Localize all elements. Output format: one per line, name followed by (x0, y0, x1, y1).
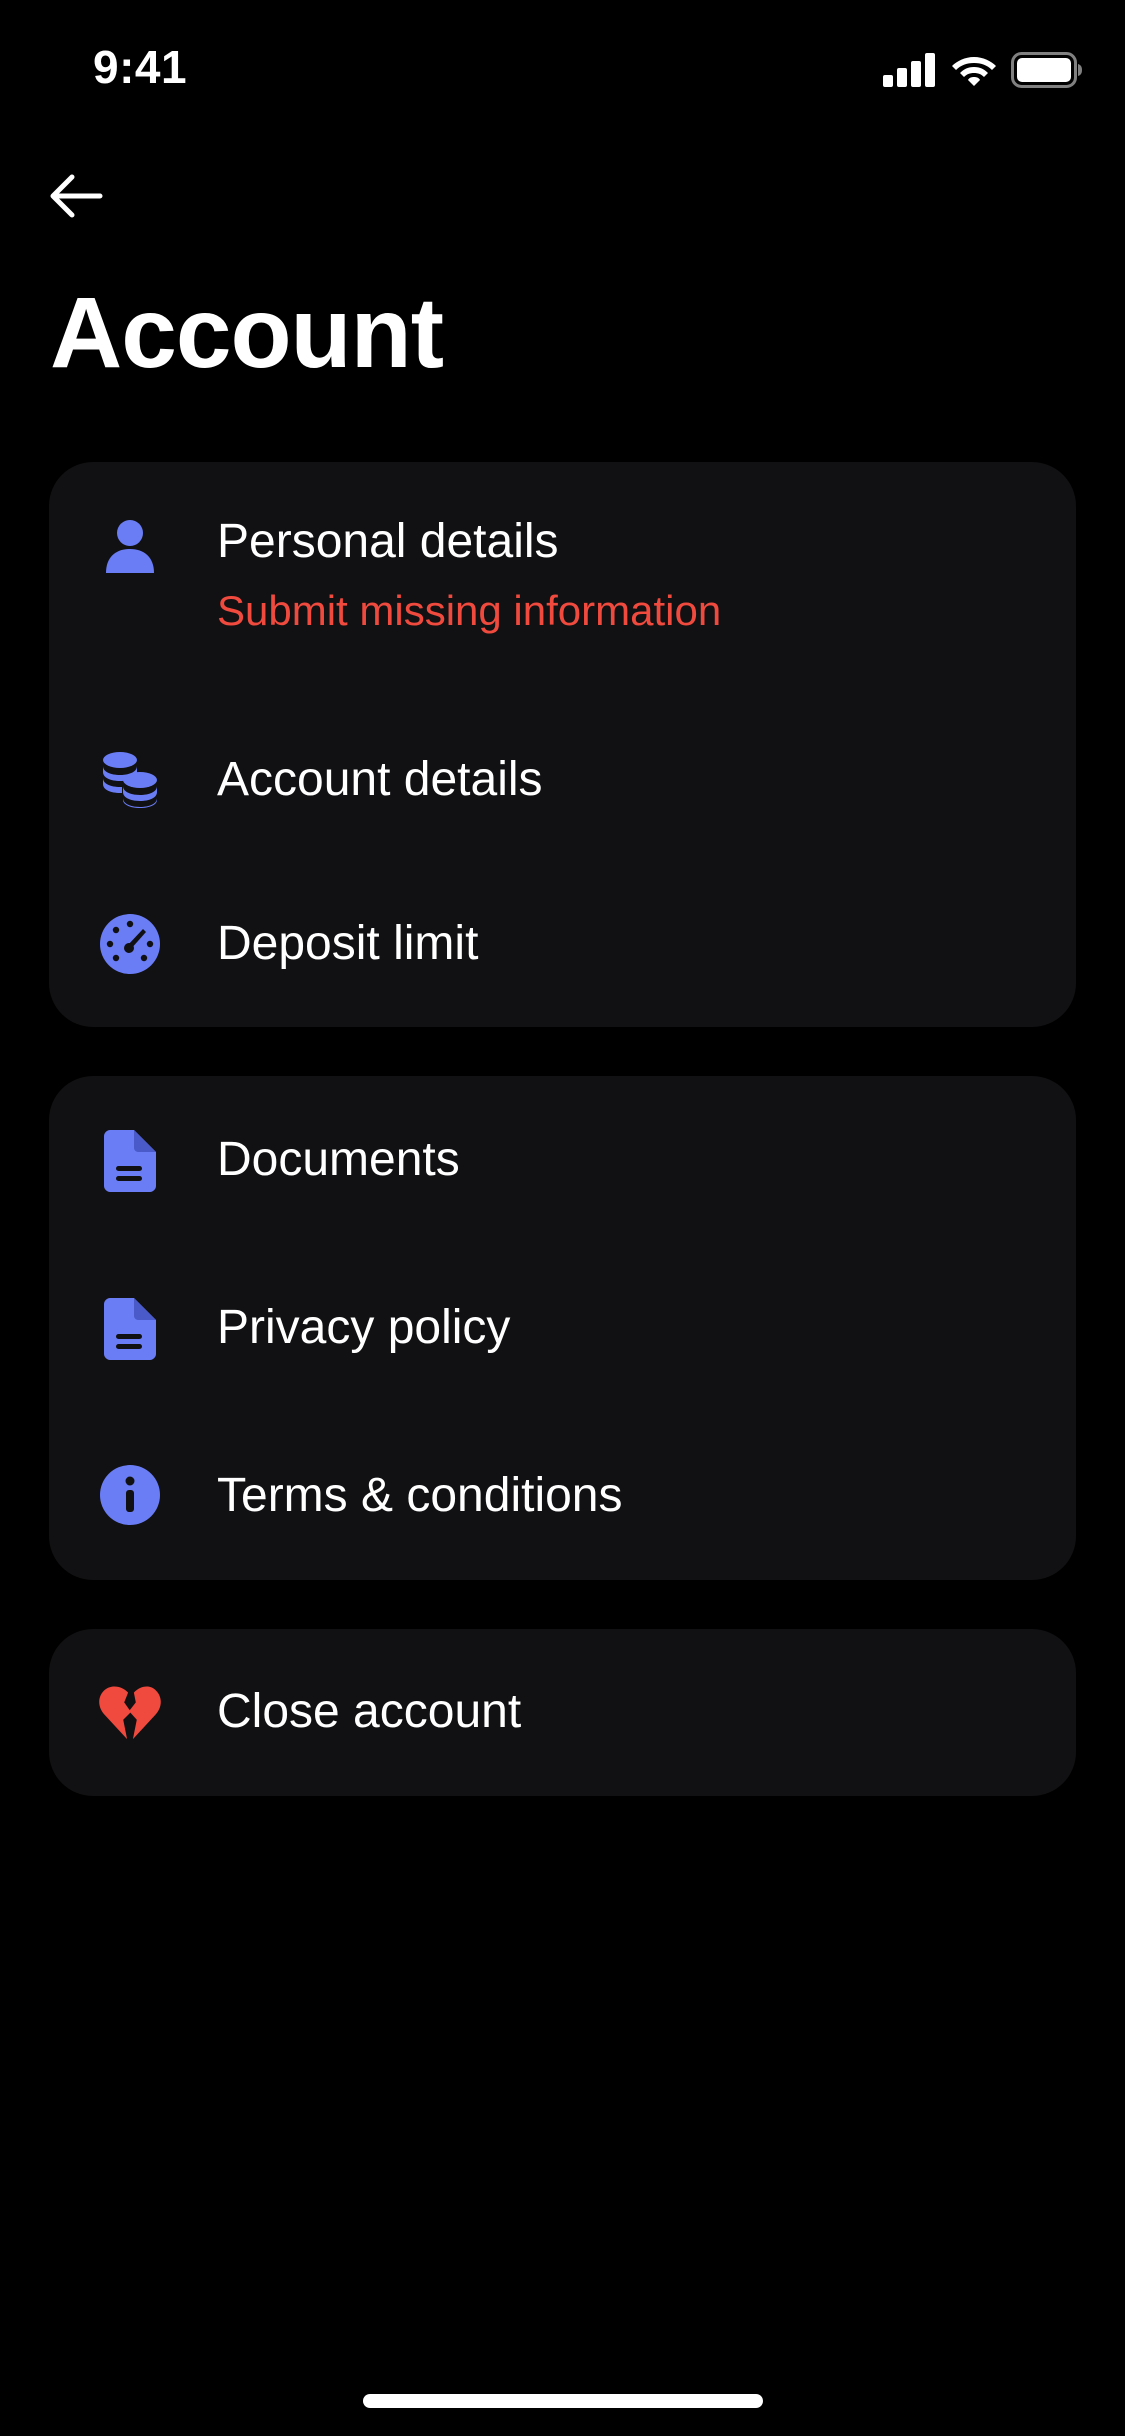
terms-conditions-row[interactable]: Terms & conditions (49, 1412, 1076, 1580)
page-title: Account (50, 277, 444, 389)
account-details-row[interactable]: Account details (49, 702, 1076, 858)
personal-details-label: Personal details (217, 515, 559, 568)
account-settings-card: Personal details Submit missing informat… (49, 462, 1076, 1027)
status-icons (883, 50, 1083, 90)
broken-heart-icon (99, 1682, 161, 1744)
missing-info-warning: Submit missing information (217, 587, 722, 634)
account-details-label: Account details (217, 753, 543, 806)
document-icon (99, 1130, 161, 1192)
battery-icon (1011, 52, 1083, 88)
legal-documents-card: Documents Privacy policy Terms & conditi… (49, 1076, 1076, 1580)
personal-details-row[interactable]: Personal details Submit missing informat… (49, 462, 1076, 672)
document-icon (99, 1298, 161, 1360)
documents-row[interactable]: Documents (49, 1076, 1076, 1244)
home-indicator[interactable] (363, 2394, 763, 2408)
terms-conditions-label: Terms & conditions (217, 1469, 623, 1522)
deposit-limit-row[interactable]: Deposit limit (49, 862, 1076, 1027)
arrow-left-icon (48, 172, 104, 225)
close-account-card: Close account (49, 1629, 1076, 1796)
person-icon (99, 516, 161, 578)
coins-icon (99, 748, 161, 810)
close-account-label: Close account (217, 1685, 522, 1738)
info-icon (99, 1464, 161, 1526)
wifi-icon (951, 53, 997, 87)
status-bar: 9:41 (0, 0, 1125, 132)
deposit-limit-label: Deposit limit (217, 917, 479, 970)
privacy-policy-label: Privacy policy (217, 1301, 511, 1354)
close-account-row[interactable]: Close account (49, 1629, 1076, 1796)
back-button[interactable] (44, 166, 108, 230)
status-time: 9:41 (93, 41, 188, 93)
privacy-policy-row[interactable]: Privacy policy (49, 1244, 1076, 1412)
cellular-signal-icon (883, 53, 937, 87)
speedometer-icon (99, 913, 161, 975)
documents-label: Documents (217, 1133, 460, 1186)
